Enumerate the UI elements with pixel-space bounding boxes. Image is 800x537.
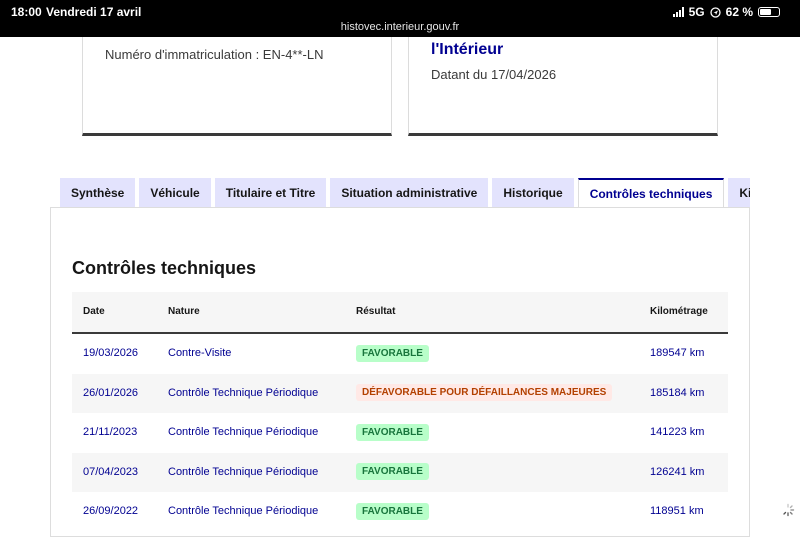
result-badge: FAVORABLE <box>356 463 429 481</box>
cell-mileage: 141223 km <box>650 426 705 438</box>
battery-percent: 62 % <box>725 5 753 19</box>
cell-mileage: 185184 km <box>650 386 705 399</box>
status-bar: 18:00 Vendredi 17 avril histovec.interie… <box>0 0 800 37</box>
status-date: Vendredi 17 avril <box>46 5 142 19</box>
result-badge: FAVORABLE <box>356 344 429 362</box>
cell-mileage: 189547 km <box>650 347 705 359</box>
cell-date: 07/04/2023 <box>83 465 139 478</box>
cell-result: FAVORABLE <box>356 492 429 532</box>
tab-historique[interactable]: Historique <box>492 178 574 207</box>
cell-date: 26/09/2022 <box>83 505 139 517</box>
header-mileage: Kilométrage <box>650 306 708 317</box>
tab-bar: Synthèse Véhicule Titulaire et Titre Sit… <box>60 178 750 207</box>
data-date: Datant du 17/04/2026 <box>431 67 557 82</box>
status-indicators: 5G 62 % <box>672 5 780 19</box>
header-nature: Nature <box>168 306 200 317</box>
status-time: 18:00 <box>11 5 42 19</box>
table-header: Date Nature Résultat Kilométrage <box>72 292 728 334</box>
tab-titulaire-titre[interactable]: Titulaire et Titre <box>214 178 327 207</box>
cell-result: FAVORABLE <box>356 453 429 493</box>
cell-mileage: 118951 km <box>650 505 704 517</box>
table-row: 26/09/2022 Contrôle Technique Périodique… <box>72 492 728 532</box>
address-bar-url[interactable]: histovec.interieur.gouv.fr <box>0 21 800 33</box>
location-icon <box>709 6 721 18</box>
header-date: Date <box>83 306 105 317</box>
cell-date: 26/01/2026 <box>83 386 139 399</box>
tab-vehicule[interactable]: Véhicule <box>139 178 211 207</box>
loading-spinner-icon <box>783 503 795 517</box>
table-row: 07/04/2023 Contrôle Technique Périodique… <box>72 452 728 493</box>
cell-result: DÉFAVORABLE POUR DÉFAILLANCES MAJEURES <box>356 374 613 414</box>
cell-nature: Contre-Visite <box>168 347 232 359</box>
tab-situation-administrative[interactable]: Situation administrative <box>330 178 489 207</box>
network-label: 5G <box>688 5 705 19</box>
cell-mileage: 126241 km <box>650 465 705 478</box>
signal-icon <box>672 7 684 17</box>
battery-icon <box>758 7 780 17</box>
result-badge: FAVORABLE <box>356 502 429 520</box>
result-badge: FAVORABLE <box>356 423 429 441</box>
section-title: Contrôles techniques <box>72 258 257 278</box>
cell-nature: Contrôle Technique Périodique <box>168 426 319 438</box>
cell-nature: Contrôle Technique Périodique <box>168 386 319 399</box>
tab-panel: Contrôles techniques Date Nature Résulta… <box>50 207 750 537</box>
tab-synthese[interactable]: Synthèse <box>60 178 136 207</box>
table-row: 19/03/2026 Contre-Visite FAVORABLE 18954… <box>72 334 728 374</box>
tab-controles-techniques[interactable]: Contrôles techniques <box>577 178 725 207</box>
cell-result: FAVORABLE <box>356 334 429 374</box>
cell-result: FAVORABLE <box>356 413 429 453</box>
cell-nature: Contrôle Technique Périodique <box>168 465 319 478</box>
source-title: l'Intérieur <box>431 41 504 58</box>
header-result: Résultat <box>356 306 396 317</box>
cell-date: 21/11/2023 <box>83 426 138 438</box>
tab-kilometrage[interactable]: Kilo <box>728 178 750 207</box>
cell-nature: Contrôle Technique Périodique <box>168 505 319 517</box>
table-row: 26/01/2026 Contrôle Technique Périodique… <box>72 373 728 414</box>
table-row: 21/11/2023 Contrôle Technique Périodique… <box>72 413 728 453</box>
registration-card: Numéro d'immatriculation : EN-4**-LN <box>82 37 392 136</box>
registration-number: Numéro d'immatriculation : EN-4**-LN <box>105 47 324 62</box>
result-badge: DÉFAVORABLE POUR DÉFAILLANCES MAJEURES <box>356 384 613 402</box>
inspections-table: Date Nature Résultat Kilométrage 19/03/2… <box>72 292 728 532</box>
cell-date: 19/03/2026 <box>83 347 139 359</box>
source-card: l'Intérieur Datant du 17/04/2026 <box>408 37 718 136</box>
